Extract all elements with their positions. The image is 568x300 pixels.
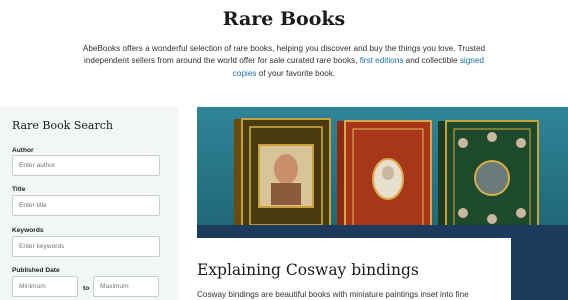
published-max-input[interactable] — [93, 276, 159, 297]
intro-text-end: of your favorite book. — [256, 68, 336, 78]
article-card[interactable]: Explaining Cosway bindings Cosway bindin… — [197, 238, 511, 300]
search-heading: Rare Book Search — [12, 119, 113, 132]
title-input[interactable] — [12, 195, 160, 216]
first-editions-link[interactable]: first editions — [360, 56, 404, 65]
published-date-label: Published Date — [12, 267, 60, 274]
intro-text: AbeBooks offers a wonderful selection of… — [72, 43, 496, 80]
title-label: Title — [12, 186, 26, 193]
article-excerpt: Cosway bindings are beautiful books with… — [197, 290, 469, 299]
keywords-label: Keywords — [12, 227, 44, 234]
date-range-to-label: to — [83, 285, 90, 292]
featured-article[interactable]: Explaining Cosway bindings Cosway bindin… — [197, 107, 568, 300]
keywords-input[interactable] — [12, 236, 160, 257]
cosway-bindings-image[interactable] — [197, 107, 568, 238]
intro-text-middle: and collectible — [403, 56, 460, 66]
author-input[interactable] — [12, 155, 160, 176]
published-min-input[interactable] — [12, 276, 78, 297]
article-heading[interactable]: Explaining Cosway bindings — [197, 261, 419, 279]
cosway-books-illustration — [197, 107, 568, 238]
author-label: Author — [12, 147, 34, 154]
page-title: Rare Books — [222, 8, 346, 30]
